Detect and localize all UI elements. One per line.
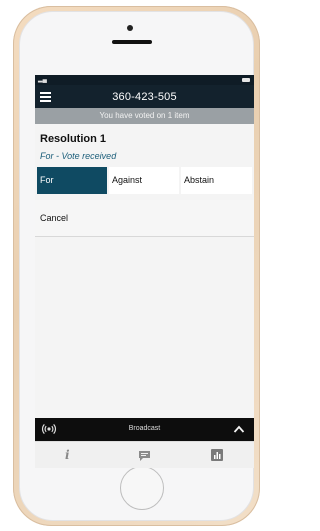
vote-against-button[interactable]: Against [109,167,179,194]
camera-icon [127,25,133,31]
signal-icon: ▂▄ [38,77,47,83]
cancel-row[interactable]: Cancel [35,200,254,237]
broadcast-label: Broadcast [128,425,161,432]
chat-icon [139,451,150,461]
home-button[interactable] [120,466,164,510]
app-header: 360-423-505 [35,85,254,108]
resolution-title: Resolution 1 [40,133,107,145]
nav-chat[interactable] [108,442,181,468]
nav-results[interactable] [181,442,254,468]
vote-options: For Against Abstain [37,167,252,194]
vote-for-button[interactable]: For [37,167,107,194]
cancel-button[interactable]: Cancel [40,213,68,223]
info-icon: i [65,448,70,462]
app-screen: ▂▄ 360-423-505 You have voted on 1 item … [35,75,254,468]
status-bar: ▂▄ [35,75,254,85]
meeting-code-title: 360-423-505 [112,91,177,103]
voted-banner: You have voted on 1 item [35,108,254,124]
bottom-nav: i [35,441,254,468]
battery-icon [242,78,250,82]
broadcast-bar[interactable]: Broadcast [35,418,254,441]
speaker-grille [112,40,152,44]
nav-info[interactable]: i [35,442,108,468]
chevron-up-icon[interactable] [233,424,245,434]
vote-abstain-button[interactable]: Abstain [181,167,252,194]
bar-chart-icon [211,449,223,461]
vote-status: For - Vote received [40,151,117,161]
